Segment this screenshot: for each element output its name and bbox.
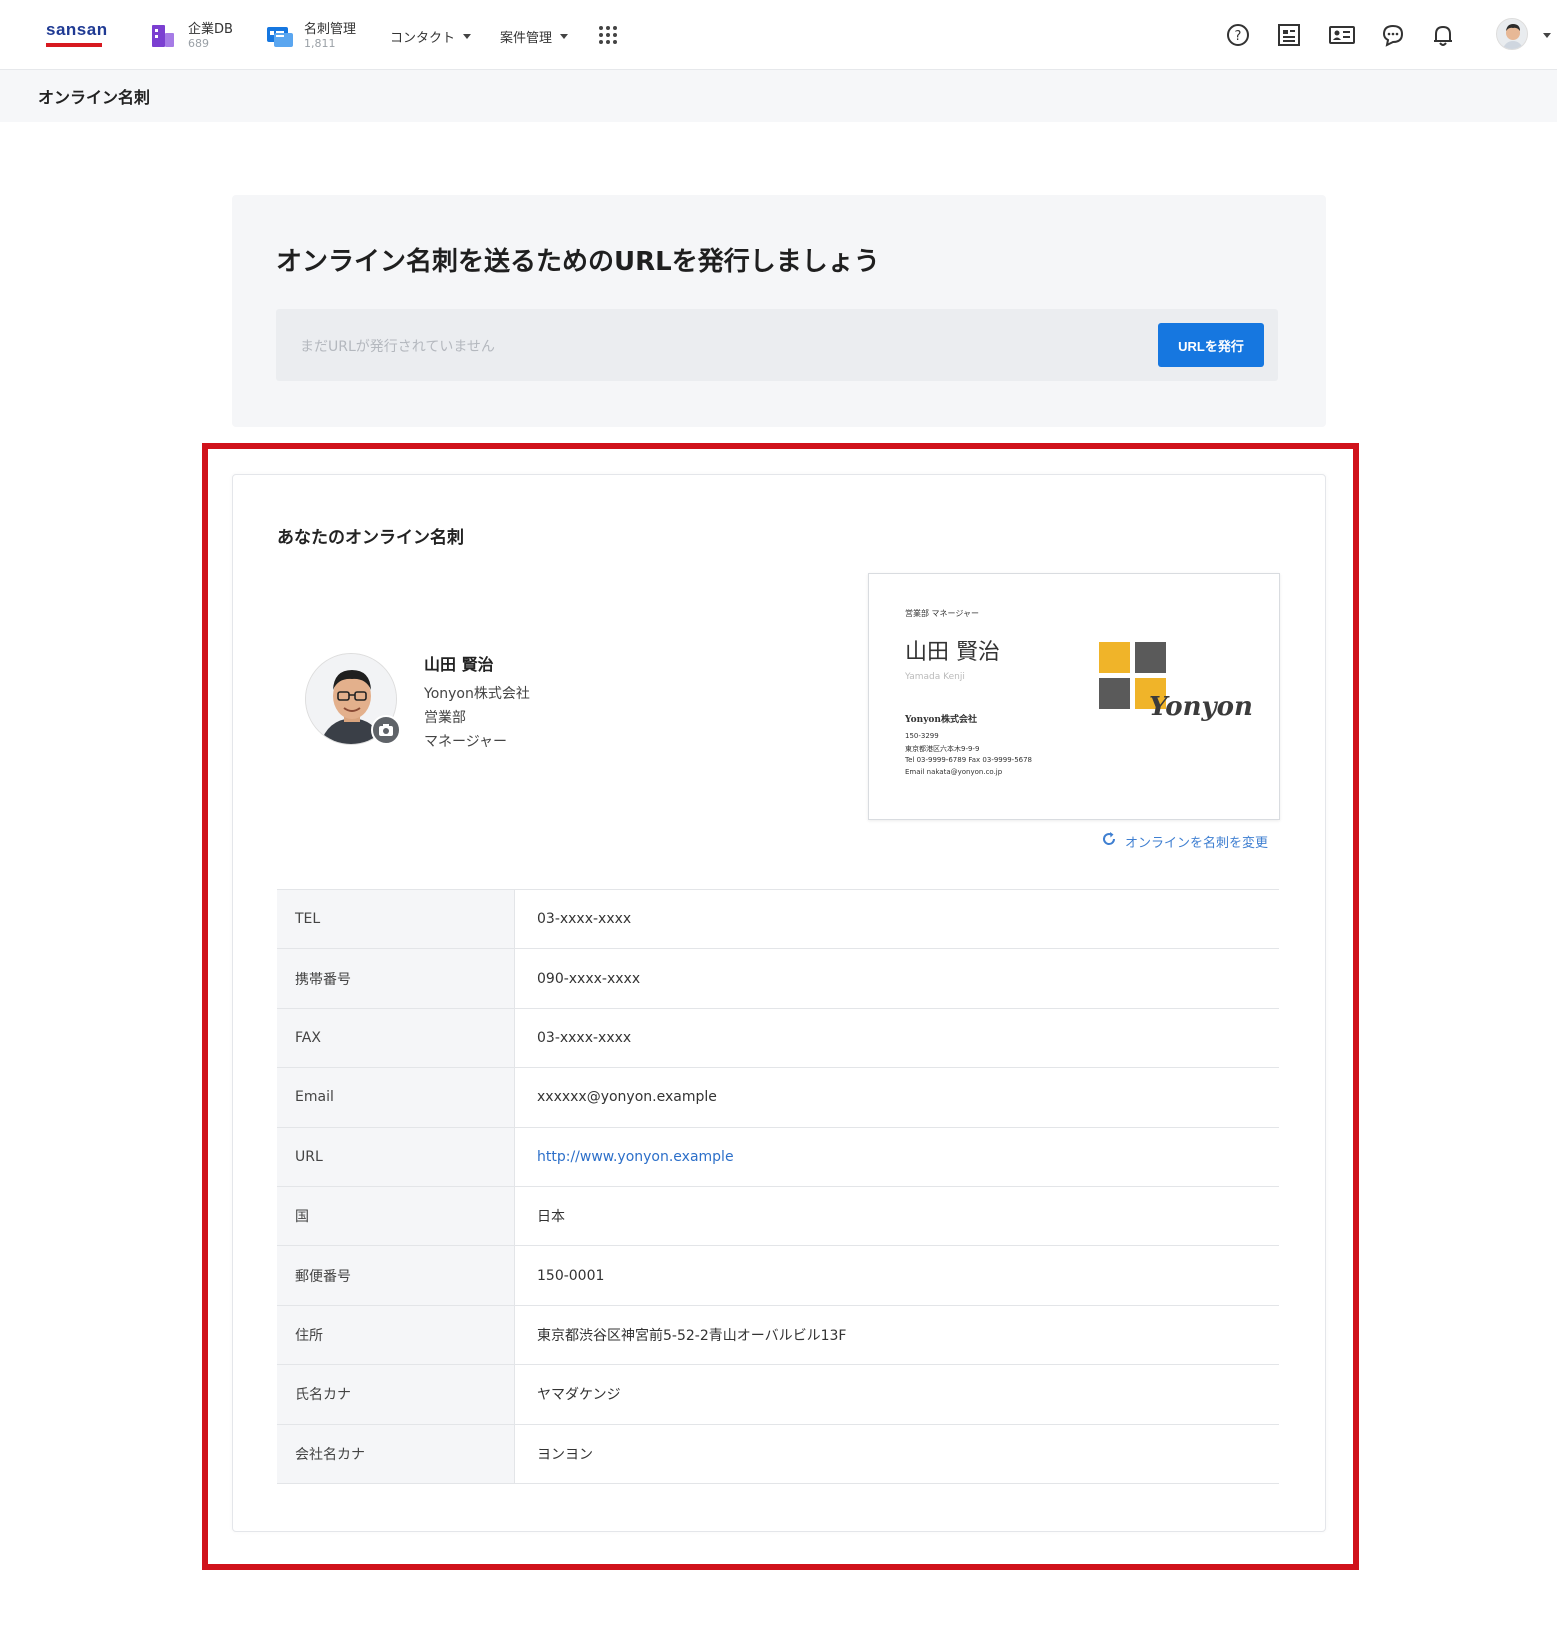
user-avatar[interactable]: [1496, 18, 1528, 50]
url-field: まだURLが発行されていません URLを発行: [276, 309, 1278, 381]
help-icon[interactable]: ?: [1225, 22, 1251, 48]
nav-menu-projects[interactable]: 案件管理: [500, 27, 569, 46]
svg-text:?: ?: [1235, 29, 1242, 44]
nav-app-count: 689: [188, 37, 209, 50]
nav-menu-label: コンタクト: [390, 31, 456, 46]
url-placeholder: まだURLが発行されていません: [300, 339, 495, 355]
top-nav: sansan 企業DB 689 名刺管理 1,811 コンタクト 案件管理 ?: [0, 0, 1557, 70]
card-management-icon: [266, 23, 293, 49]
nav-app-company-db[interactable]: 企業DB 689: [150, 22, 233, 51]
list-icon[interactable]: [1276, 22, 1302, 48]
nav-app-label: 企業DB: [188, 22, 233, 37]
chevron-down-icon: [560, 34, 569, 39]
nav-app-count: 1,811: [304, 37, 336, 50]
chevron-down-icon: [463, 34, 472, 39]
logo-underline: [46, 43, 102, 47]
chevron-down-icon[interactable]: [1543, 33, 1551, 38]
bell-icon[interactable]: [1430, 22, 1456, 48]
contact-card-icon[interactable]: [1328, 22, 1355, 48]
url-issue-panel: オンライン名刺を送るためのURLを発行しましょう まだURLが発行されていません…: [232, 195, 1326, 427]
nav-menu-label: 案件管理: [500, 31, 553, 46]
highlight-frame: [202, 443, 1359, 1570]
page-header: オンライン名刺: [0, 70, 1557, 122]
sansan-logo[interactable]: sansan: [46, 20, 108, 40]
nav-app-label: 名刺管理: [304, 22, 357, 37]
nav-app-card-management[interactable]: 名刺管理 1,811: [266, 22, 356, 51]
url-panel-heading: オンライン名刺を送るためのURLを発行しましょう: [276, 247, 880, 277]
page-title: オンライン名刺: [38, 88, 151, 107]
apps-grid-icon[interactable]: [599, 26, 617, 44]
nav-menu-contact[interactable]: コンタクト: [390, 27, 472, 46]
company-db-icon: [150, 23, 176, 49]
issue-url-button[interactable]: URLを発行: [1158, 323, 1264, 367]
chat-icon[interactable]: [1380, 22, 1406, 48]
